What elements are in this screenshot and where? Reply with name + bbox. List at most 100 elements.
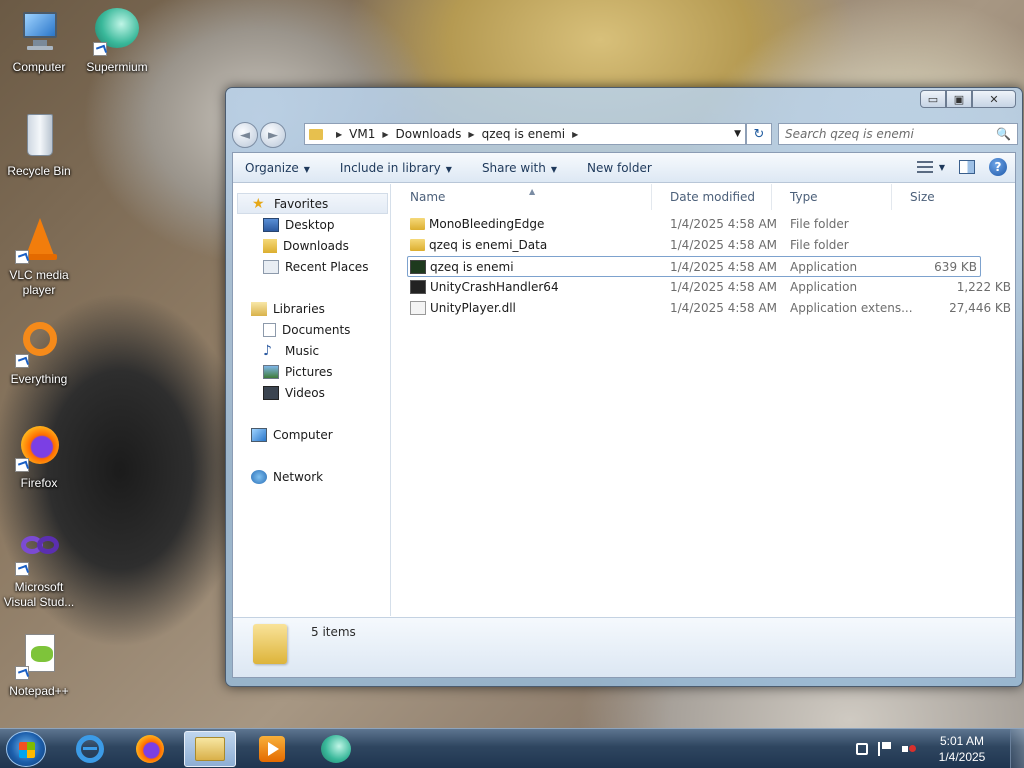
close-button[interactable]: ✕ <box>972 90 1016 108</box>
preview-pane-icon[interactable] <box>959 160 975 174</box>
share-with-button[interactable]: Share with ▼ <box>482 161 557 175</box>
desktop-icon-visual-studio[interactable]: Microsoft Visual Stud... <box>0 528 78 610</box>
file-name-cell: MonoBleedingEdge <box>410 214 544 235</box>
taskbar-supermium[interactable] <box>310 731 362 767</box>
table-row[interactable]: qzeq is enemi_Data 1/4/2025 4:58 AM File… <box>392 235 1015 256</box>
nav-item-label: Pictures <box>285 364 333 379</box>
recycle-bin-icon <box>15 112 63 160</box>
desktop-icon-vlc[interactable]: VLC media player <box>0 216 78 298</box>
file-date: 1/4/2025 4:58 AM <box>670 238 778 252</box>
table-row-selected[interactable]: qzeq is enemi 1/4/2025 4:58 AM Applicati… <box>407 256 981 277</box>
new-folder-button[interactable]: New folder <box>587 161 652 175</box>
file-date: 1/4/2025 4:58 AM <box>670 280 778 294</box>
breadcrumb-separator-icon[interactable]: ▶ <box>382 130 388 139</box>
explorer-window[interactable]: ▭ ▣ ✕ ◄ ► ▶ VM1 ▶ Downloads ▶ qzeq is en… <box>225 87 1023 687</box>
nav-item-pictures[interactable]: Pictures <box>233 361 390 382</box>
column-headers: Name ▲ Date modified Type Size <box>392 184 1015 210</box>
search-icon[interactable]: 🔍 <box>996 127 1011 141</box>
include-in-library-button[interactable]: Include in library ▼ <box>340 161 452 175</box>
breadcrumb-current-folder[interactable]: qzeq is enemi <box>482 127 566 141</box>
refresh-button[interactable]: ↻ <box>746 123 772 145</box>
desktop-icon-label: Notepad++ <box>9 684 69 698</box>
show-desktop-button[interactable] <box>1010 729 1024 768</box>
column-name-label: Name <box>410 190 446 204</box>
breadcrumb-vm1[interactable]: VM1 <box>349 127 375 141</box>
taskbar-media-player[interactable] <box>246 731 298 767</box>
volume-muted-icon[interactable] <box>902 742 916 756</box>
address-dropdown-icon[interactable]: ▼ <box>734 129 741 139</box>
desktop-icon-notepadpp[interactable]: Notepad++ <box>0 632 78 699</box>
breadcrumb-separator-icon[interactable]: ▶ <box>468 130 474 139</box>
desktop-icon-everything[interactable]: Everything <box>0 320 78 387</box>
column-header-type[interactable]: Type <box>772 184 892 210</box>
videos-icon <box>263 385 279 400</box>
taskbar-firefox[interactable] <box>124 731 176 767</box>
desktop-icon-firefox[interactable]: Firefox <box>0 424 78 491</box>
forward-button[interactable]: ► <box>260 122 286 148</box>
navigation-bar: ◄ ► ▶ VM1 ▶ Downloads ▶ qzeq is enemi ▶ … <box>232 121 1018 149</box>
downloads-folder-icon <box>263 238 277 253</box>
desktop-icon-computer[interactable]: Computer <box>0 8 78 75</box>
maximize-button[interactable]: ▣ <box>946 90 972 108</box>
search-input[interactable]: Search qzeq is enemi 🔍 <box>778 123 1018 145</box>
system-clock[interactable]: 5:01 AM 1/4/2025 <box>926 733 998 765</box>
column-header-date[interactable]: Date modified <box>652 184 772 210</box>
share-label: Share with <box>481 160 546 175</box>
desktop-icon-recycle-bin[interactable]: Recycle Bin <box>0 112 78 179</box>
shortcut-arrow-icon <box>15 666 29 680</box>
desktop-icon-supermium[interactable]: Supermium <box>78 8 156 75</box>
sort-ascending-icon: ▲ <box>529 187 536 196</box>
breadcrumb-separator-icon[interactable]: ▶ <box>336 130 342 139</box>
nav-libraries[interactable]: Libraries <box>233 298 390 319</box>
taskbar-internet-explorer[interactable] <box>64 731 116 767</box>
start-button[interactable] <box>6 731 46 767</box>
supermium-icon <box>93 8 141 56</box>
help-icon[interactable]: ? <box>989 158 1007 176</box>
shortcut-arrow-icon <box>15 354 29 368</box>
nav-item-desktop[interactable]: Desktop <box>233 214 390 235</box>
organize-label: Organize <box>245 160 299 175</box>
organize-button[interactable]: Organize ▼ <box>245 161 310 175</box>
nav-item-videos[interactable]: Videos <box>233 382 390 403</box>
nav-item-music[interactable]: ♪ Music <box>233 340 390 361</box>
breadcrumb-separator-icon[interactable]: ▶ <box>572 130 578 139</box>
windows-explorer-icon <box>195 737 225 761</box>
column-header-size[interactable]: Size <box>892 184 972 210</box>
network-tray-icon[interactable] <box>856 743 868 755</box>
desktop-icon-label: Recycle Bin <box>7 164 71 178</box>
change-view-button[interactable]: ▼ <box>916 161 945 173</box>
column-header-name[interactable]: Name ▲ <box>392 184 652 210</box>
nav-item-recent-places[interactable]: Recent Places <box>233 256 390 277</box>
unity-crash-handler-icon <box>410 279 426 294</box>
nav-favorites[interactable]: ★ Favorites <box>237 193 388 214</box>
folder-icon <box>410 217 425 230</box>
nav-item-label: Videos <box>285 385 325 400</box>
action-center-flag-icon[interactable] <box>878 742 892 756</box>
back-button[interactable]: ◄ <box>232 122 258 148</box>
address-bar[interactable]: ▶ VM1 ▶ Downloads ▶ qzeq is enemi ▶ ▼ <box>304 123 746 145</box>
nav-computer[interactable]: Computer <box>233 424 390 445</box>
explorer-content: Organize ▼ Include in library ▼ Share with… <box>232 152 1016 678</box>
minimize-button[interactable]: ▭ <box>920 90 946 108</box>
visual-studio-icon <box>15 528 63 576</box>
table-row[interactable]: UnityPlayer.dll 1/4/2025 4:58 AM Applica… <box>392 298 1015 319</box>
window-controls: ▭ ▣ ✕ <box>920 90 1016 108</box>
vlc-cone-icon <box>15 216 63 264</box>
chevron-down-icon: ▼ <box>303 164 310 174</box>
shortcut-arrow-icon <box>15 250 29 264</box>
nav-item-documents[interactable]: Documents <box>233 319 390 340</box>
table-row[interactable]: UnityCrashHandler64 1/4/2025 4:58 AM App… <box>392 277 1015 298</box>
folder-icon <box>253 624 287 664</box>
nav-item-label: Downloads <box>283 238 349 253</box>
nav-network[interactable]: Network <box>233 466 390 487</box>
nav-item-downloads[interactable]: Downloads <box>233 235 390 256</box>
table-row[interactable]: MonoBleedingEdge 1/4/2025 4:58 AM File f… <box>392 214 1015 235</box>
firefox-icon <box>15 424 63 472</box>
breadcrumb-downloads[interactable]: Downloads <box>396 127 462 141</box>
items-count: 5 items <box>311 625 356 639</box>
nav-computer-label: Computer <box>273 427 333 442</box>
nav-libraries-label: Libraries <box>273 301 325 316</box>
file-date: 1/4/2025 4:58 AM <box>670 260 778 274</box>
desktop-icon-label: Supermium <box>86 60 148 74</box>
taskbar-windows-explorer[interactable] <box>184 731 236 767</box>
